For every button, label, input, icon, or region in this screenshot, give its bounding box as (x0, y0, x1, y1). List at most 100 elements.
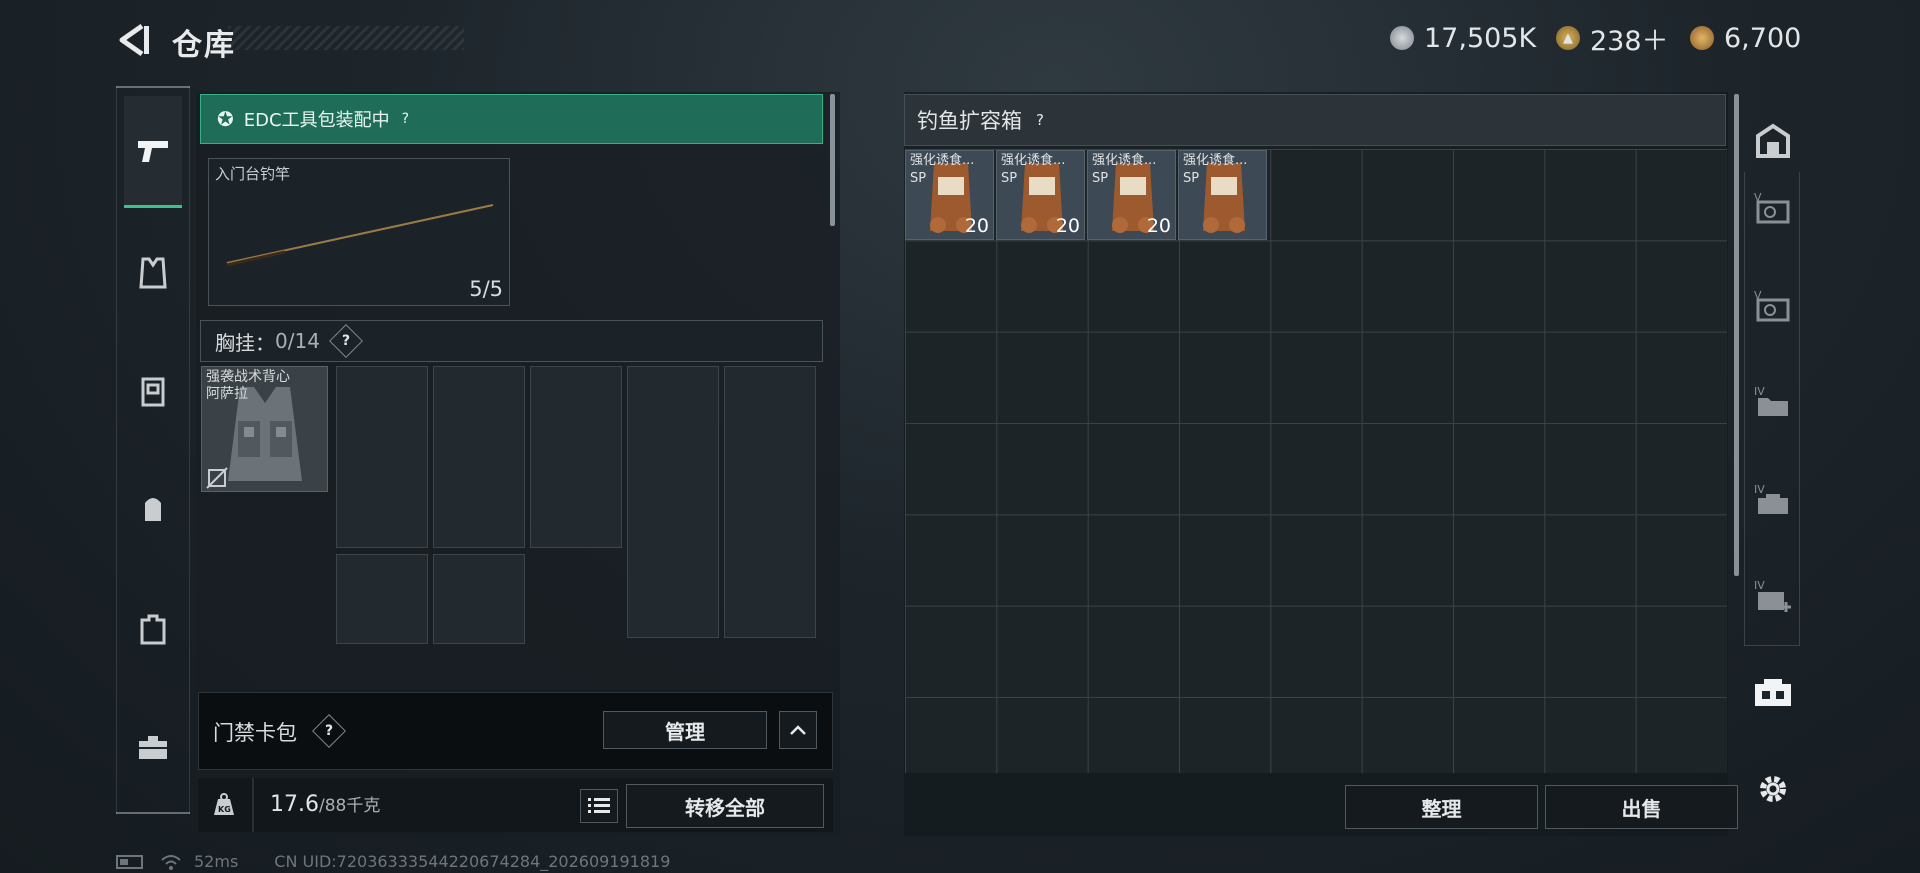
rig-slot[interactable] (724, 366, 816, 638)
keycard-case-row: 门禁卡包 ? 管理 (198, 692, 833, 770)
currency-triangle[interactable]: ▲ 238＋ (1556, 18, 1669, 58)
collapse-button[interactable] (779, 711, 817, 749)
status-bar: 52ms CN UID:72036333544220674284_2026091… (116, 852, 670, 871)
storage-v-icon: V (1754, 191, 1790, 224)
rig-slot[interactable] (433, 366, 525, 548)
toolbox-icon (139, 736, 167, 759)
item-tag: SP (1001, 171, 1018, 186)
storage-v-icon: V (1754, 289, 1790, 322)
item-tag: SP (910, 171, 927, 186)
title-decoration (228, 26, 464, 50)
chest-rig-capacity: 0/14 (275, 329, 320, 353)
bait-item[interactable]: 强化诱食... SP 20 (905, 150, 994, 240)
settings-gear-icon (1760, 776, 1786, 802)
storage-iv-tools-icon: IV (1754, 483, 1788, 514)
rod-count: 5/5 (469, 277, 503, 301)
sell-button[interactable]: 出售 (1545, 785, 1738, 829)
rig-slot[interactable] (530, 366, 622, 548)
wifi-icon (161, 854, 181, 870)
storage-tab-v-2[interactable]: V (1752, 286, 1794, 328)
item-count: 20 (1055, 215, 1080, 237)
rig-slot[interactable] (433, 554, 525, 644)
fishing-rod-slot[interactable]: 入门台钓竿 5/5 (208, 158, 510, 306)
battery-icon (116, 854, 143, 869)
storage-tab-iv-add[interactable]: IV (1752, 576, 1794, 618)
storage-tab-iv-tools[interactable]: IV (1752, 480, 1794, 522)
pistol-icon (138, 140, 168, 162)
back-arrow-icon (119, 23, 149, 57)
item-tag: SP (1092, 171, 1109, 186)
storage-help-icon[interactable]: ? (1036, 111, 1044, 129)
rig-slot[interactable] (336, 554, 428, 644)
rod-name: 入门台钓竿 (215, 165, 291, 183)
item-tag: SP (1183, 171, 1200, 186)
sort-button[interactable]: 整理 (1345, 785, 1538, 829)
storage-scrollbar[interactable] (1734, 94, 1739, 576)
bait-bag-image (1203, 163, 1245, 233)
currency-gold: 6,700 (1690, 18, 1801, 58)
item-count: 20 (964, 215, 989, 237)
backpack-icon (145, 498, 161, 521)
chest-rig-help-button[interactable]: ? (328, 324, 363, 358)
storage-title: 钓鱼扩容箱 (917, 109, 1022, 133)
bait-item[interactable]: 强化诱食... SP 20 (1087, 150, 1176, 240)
loadout-scrollbar[interactable] (830, 94, 835, 226)
storage-tab-v-1[interactable]: V (1752, 188, 1794, 230)
tab-armor[interactable] (124, 244, 182, 302)
triangle-coin-icon: ▲ (1556, 26, 1580, 50)
bait-item[interactable]: 强化诱食... SP (1178, 150, 1267, 240)
svg-text:IV: IV (1754, 483, 1765, 496)
edc-help-icon[interactable]: ? (402, 111, 409, 127)
vest-name: 强袭战术背心 (206, 369, 290, 385)
armor-icon (139, 257, 167, 289)
warehouse-tab[interactable] (1752, 120, 1794, 162)
tab-toolbox[interactable] (124, 718, 182, 776)
svg-text:IV: IV (1754, 579, 1765, 592)
chest-rig-icon (141, 377, 165, 407)
bait-item[interactable]: 强化诱食... SP 20 (996, 150, 1085, 240)
weight-max: /88千克 (318, 796, 381, 816)
storage-tab-iv-folder[interactable]: IV (1752, 382, 1794, 424)
weight-kg-icon: KG (214, 793, 234, 815)
chest-rig-header: 胸挂： 0/14 ? (200, 320, 823, 362)
svg-text:KG: KG (218, 805, 231, 814)
fishing-box-tab[interactable] (1752, 672, 1794, 714)
tab-chest-rig[interactable] (124, 362, 182, 420)
chevron-up-icon (790, 725, 806, 735)
ping-readout: 52ms (194, 852, 239, 871)
page-title: 仓库 (172, 28, 236, 63)
fishing-rod-image (226, 204, 494, 267)
weight-current: 17.6 (270, 792, 319, 817)
settings-button[interactable] (1752, 768, 1794, 810)
manage-button[interactable]: 管理 (603, 711, 767, 749)
rig-slot[interactable] (336, 366, 428, 548)
rail-divider-top (116, 86, 190, 88)
currency-silver-value: 17,505K (1424, 22, 1537, 54)
tab-case[interactable] (124, 600, 182, 658)
storage-iv-add-icon: IV (1754, 579, 1791, 612)
storage-iv-folder-icon: IV (1754, 385, 1788, 416)
svg-text:IV: IV (1754, 385, 1765, 398)
keycard-case-label: 门禁卡包 (213, 721, 297, 745)
help-icon: ? (341, 333, 350, 349)
storage-grid[interactable] (905, 149, 1727, 773)
rail-divider-bottom (116, 812, 190, 814)
currency-gold-value: 6,700 (1724, 22, 1802, 54)
list-icon (588, 798, 610, 813)
unequip-icon (206, 467, 228, 489)
rig-slot[interactable] (627, 366, 719, 638)
back-button[interactable] (114, 20, 154, 60)
item-name: 强化诱食... (1092, 153, 1157, 168)
tab-weapons[interactable] (124, 96, 182, 208)
keycard-help-button[interactable]: ? (312, 714, 346, 748)
storage-header: 钓鱼扩容箱 ? (904, 94, 1726, 146)
chest-rig-item[interactable]: 强袭战术背心 阿萨拉 (201, 366, 328, 492)
transfer-all-button[interactable]: 转移全部 (626, 784, 824, 828)
tab-backpack[interactable] (124, 480, 182, 538)
silver-coin-icon (1390, 26, 1414, 50)
edc-status-banner[interactable]: ✪ EDC工具包装配中 ? (200, 94, 823, 144)
gear-spinner-icon: ✪ (217, 107, 234, 131)
list-view-button[interactable] (580, 789, 618, 823)
gold-coin-icon (1690, 26, 1714, 50)
help-icon: ? (324, 723, 334, 739)
